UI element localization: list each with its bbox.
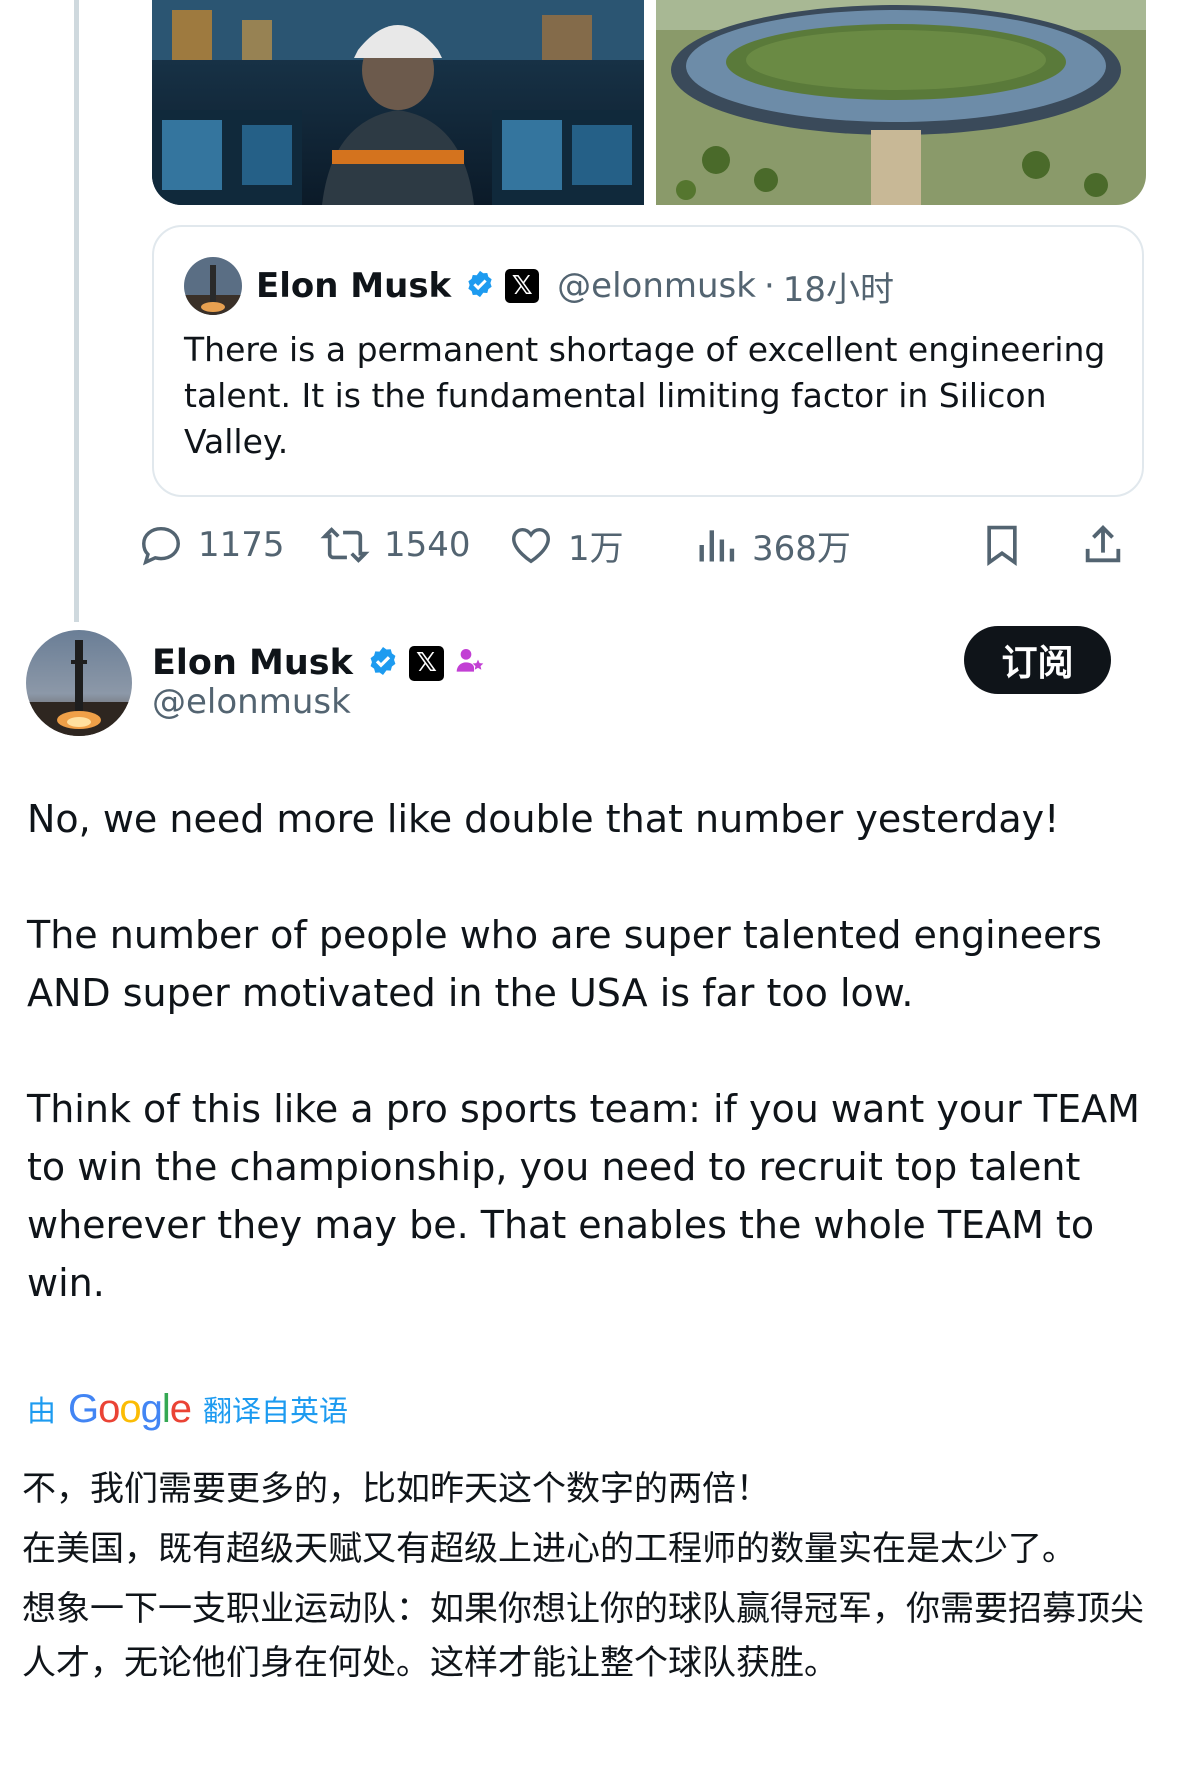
- like-button[interactable]: 1万: [508, 515, 624, 575]
- verified-icon: [465, 269, 495, 303]
- like-count: 1万: [568, 528, 624, 569]
- translated-text: 不，我们需要更多的，比如昨天这个数字的两倍！ 在美国，既有超级天赋又有超级上进心…: [22, 1462, 1162, 1696]
- quoted-timestamp[interactable]: 18小时: [783, 262, 894, 311]
- action-bar: 1175 1540 1万 368万: [142, 515, 1144, 575]
- tweet-paragraph: Think of this like a pro sports team: if…: [27, 1087, 1140, 1305]
- retweet-button[interactable]: 1540: [320, 515, 471, 575]
- reply-icon: [142, 526, 180, 566]
- engineer-image: [152, 0, 644, 205]
- verified-icon: [367, 645, 399, 681]
- tweet-paragraph: No, we need more like double that number…: [27, 797, 1060, 841]
- x-logo-icon: 𝕏: [408, 645, 444, 681]
- tweet-text: No, we need more like double that number…: [27, 790, 1157, 1312]
- translated-line: 不，我们需要更多的，比如昨天这个数字的两倍！: [22, 1469, 770, 1509]
- google-logo: Google: [68, 1386, 192, 1431]
- thread-line: [74, 0, 79, 622]
- view-count: 368万: [752, 528, 851, 569]
- quoted-handle[interactable]: @elonmusk: [557, 266, 756, 306]
- like-icon: [512, 527, 550, 564]
- quoted-avatar[interactable]: [184, 257, 242, 315]
- reply-count: 1175: [198, 525, 285, 565]
- time-separator: ·: [763, 266, 775, 306]
- quoted-author-name[interactable]: Elon Musk: [256, 266, 451, 306]
- retweet-count: 1540: [384, 525, 471, 565]
- views-button[interactable]: 368万: [694, 515, 851, 575]
- translated-line: 在美国，既有超级天赋又有超级上进心的工程师的数量实在是太少了。: [22, 1529, 1076, 1569]
- retweet-icon: [320, 527, 370, 563]
- bookmark-icon: [987, 525, 1017, 566]
- author-handle[interactable]: @elonmusk: [152, 682, 351, 722]
- campus-image: [656, 0, 1146, 205]
- translation-suffix: 翻译自英语: [203, 1394, 349, 1428]
- translated-line: 想象一下一支职业运动队：如果你想让你的球队赢得冠军，你需要招募顶尖人才，无论他们…: [22, 1589, 1144, 1683]
- views-icon: [699, 530, 735, 562]
- reply-button[interactable]: 1175: [138, 515, 285, 575]
- tweet-paragraph: The number of people who are super talen…: [27, 913, 1102, 1015]
- share-button[interactable]: [1080, 515, 1126, 575]
- quoted-tweet-text: There is a permanent shortage of excelle…: [184, 330, 1106, 461]
- media-image-apple-park[interactable]: [656, 0, 1146, 205]
- quoted-header: Elon Musk 𝕏 @elonmusk · 18小时: [256, 262, 894, 311]
- share-icon: [1085, 525, 1121, 563]
- media-image-engineer[interactable]: [152, 0, 644, 205]
- bookmark-button[interactable]: [980, 515, 1024, 575]
- author-name[interactable]: Elon Musk: [152, 643, 353, 683]
- author-avatar[interactable]: [26, 630, 132, 736]
- author-name-row: Elon Musk 𝕏: [152, 640, 486, 686]
- subscribe-button[interactable]: 订阅: [964, 626, 1111, 694]
- x-logo-icon: 𝕏: [505, 269, 540, 303]
- affiliate-icon: [454, 645, 486, 681]
- translation-prefix: 由: [27, 1394, 57, 1428]
- quoted-tweet-card[interactable]: Elon Musk 𝕏 @elonmusk · 18小时 There is a …: [152, 225, 1144, 497]
- translation-attribution[interactable]: 由 Google 翻译自英语: [27, 1384, 348, 1434]
